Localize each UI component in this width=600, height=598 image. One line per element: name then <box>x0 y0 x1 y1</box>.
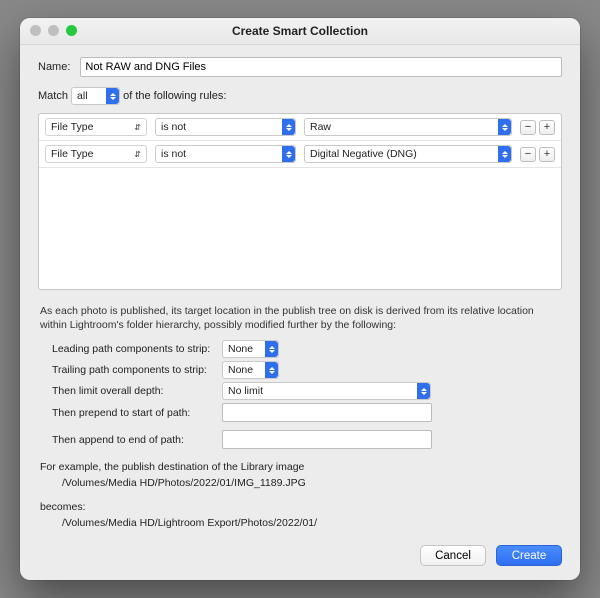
rule-attribute-select[interactable]: File Type ⇵ <box>45 118 147 136</box>
zoom-icon[interactable] <box>66 25 77 36</box>
rule-attribute-value: File Type <box>51 148 93 160</box>
rule-row: File Type ⇵ is not Digital Negative (DNG… <box>39 141 561 168</box>
trailing-strip-select[interactable]: None <box>222 361 279 379</box>
match-suffix: of the following rules: <box>123 90 226 102</box>
match-mode-select[interactable]: all <box>71 87 120 105</box>
rules-box: File Type ⇵ is not Raw − + File <box>38 113 562 290</box>
create-button[interactable]: Create <box>496 545 562 566</box>
chevron-updown-icon <box>282 146 295 162</box>
name-input[interactable] <box>80 57 562 77</box>
depth-limit-value: No limit <box>228 385 263 397</box>
remove-rule-button[interactable]: − <box>520 147 536 162</box>
rule-value-text: Raw <box>310 121 331 133</box>
cancel-button[interactable]: Cancel <box>420 545 486 566</box>
leading-strip-value: None <box>228 343 253 355</box>
append-path-label: Then append to end of path: <box>52 434 222 446</box>
window-title: Create Smart Collection <box>232 24 368 38</box>
name-label: Name: <box>38 61 70 73</box>
append-path-input[interactable] <box>222 430 432 449</box>
chevron-updown-icon <box>282 119 295 135</box>
rule-operator-select[interactable]: is not <box>155 145 296 163</box>
rule-operator-value: is not <box>161 148 186 160</box>
trailing-strip-row: Trailing path components to strip: None <box>52 361 562 379</box>
rule-add-remove: − + <box>520 147 555 162</box>
example-dest-path: /Volumes/Media HD/Lightroom Export/Photo… <box>62 517 560 529</box>
rule-attribute-value: File Type <box>51 121 93 133</box>
leading-strip-select[interactable]: None <box>222 340 279 358</box>
title-bar: Create Smart Collection <box>20 18 580 45</box>
example-intro: For example, the publish destination of … <box>40 461 560 473</box>
leading-strip-row: Leading path components to strip: None <box>52 340 562 358</box>
rule-attribute-select[interactable]: File Type ⇵ <box>45 145 147 163</box>
chevron-updown-icon <box>265 341 278 357</box>
leading-strip-label: Leading path components to strip: <box>52 343 222 355</box>
close-icon[interactable] <box>30 25 41 36</box>
prepend-path-input[interactable] <box>222 403 432 422</box>
chevron-updown-icon <box>498 119 511 135</box>
depth-limit-label: Then limit overall depth: <box>52 385 222 397</box>
rule-value-select[interactable]: Digital Negative (DNG) <box>304 145 512 163</box>
trailing-strip-value: None <box>228 364 253 376</box>
remove-rule-button[interactable]: − <box>520 120 536 135</box>
rule-operator-select[interactable]: is not <box>155 118 296 136</box>
example-becomes-label: becomes: <box>40 501 560 513</box>
match-prefix: Match <box>38 90 68 102</box>
example-source-path: /Volumes/Media HD/Photos/2022/01/IMG_118… <box>62 477 560 489</box>
match-mode-value: all <box>77 90 88 102</box>
prepend-path-row: Then prepend to start of path: <box>52 403 562 422</box>
depth-limit-row: Then limit overall depth: No limit <box>52 382 562 400</box>
match-row: Match all of the following rules: <box>38 87 562 105</box>
add-rule-button[interactable]: + <box>539 120 555 135</box>
append-path-row: Then append to end of path: <box>52 430 562 449</box>
rule-value-select[interactable]: Raw <box>304 118 512 136</box>
name-row: Name: <box>38 57 562 77</box>
chevron-updown-icon <box>106 88 119 104</box>
dialog-footer: Cancel Create <box>38 545 562 566</box>
prepend-path-label: Then prepend to start of path: <box>52 407 222 419</box>
rule-add-remove: − + <box>520 120 555 135</box>
chevron-updown-icon <box>417 383 430 399</box>
chevron-updown-icon: ⇵ <box>134 123 141 132</box>
rule-row: File Type ⇵ is not Raw − + <box>39 114 561 141</box>
path-derivation-description: As each photo is published, its target l… <box>40 304 560 332</box>
minimize-icon[interactable] <box>48 25 59 36</box>
rule-value-text: Digital Negative (DNG) <box>310 148 417 160</box>
chevron-updown-icon <box>265 362 278 378</box>
dialog-window: Create Smart Collection Name: Match all … <box>20 18 580 580</box>
dialog-body: Name: Match all of the following rules: … <box>20 45 580 580</box>
add-rule-button[interactable]: + <box>539 147 555 162</box>
chevron-updown-icon <box>498 146 511 162</box>
chevron-updown-icon: ⇵ <box>134 150 141 159</box>
traffic-lights <box>30 25 77 36</box>
depth-limit-select[interactable]: No limit <box>222 382 431 400</box>
trailing-strip-label: Trailing path components to strip: <box>52 364 222 376</box>
rule-operator-value: is not <box>161 121 186 133</box>
